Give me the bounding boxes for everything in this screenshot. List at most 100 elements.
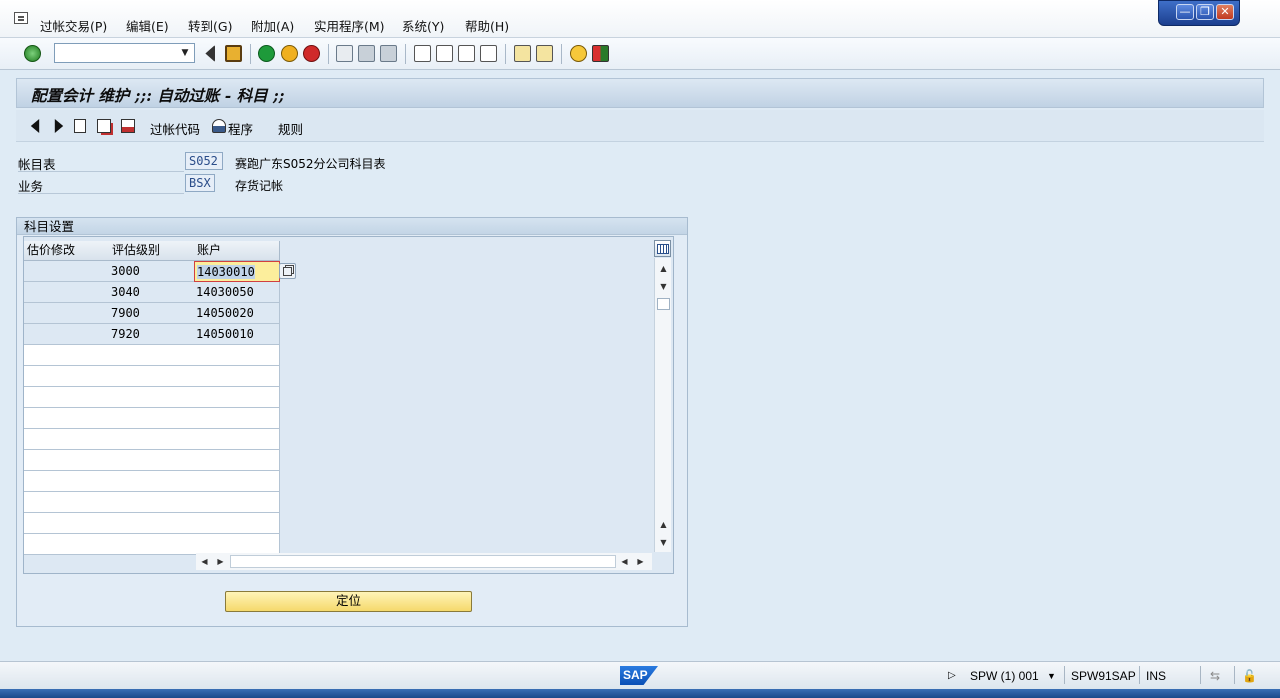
cell-account[interactable]: [194, 408, 280, 429]
cell-valuation-modifier[interactable]: [24, 492, 110, 513]
exit-icon[interactable]: [281, 45, 298, 62]
cell-account[interactable]: 14050020: [194, 303, 280, 324]
page-up-icon[interactable]: ▲: [655, 516, 672, 533]
cell-valuation-class[interactable]: [109, 429, 195, 450]
cell-valuation-modifier[interactable]: [24, 345, 110, 366]
next-page-icon[interactable]: [458, 45, 475, 62]
menu-system[interactable]: 系统(Y): [402, 16, 444, 35]
cell-valuation-modifier[interactable]: [24, 282, 110, 303]
layout-settings-icon[interactable]: [592, 45, 609, 62]
close-button[interactable]: ✕: [1216, 4, 1234, 20]
cell-valuation-class[interactable]: [109, 345, 195, 366]
shortcut-icon[interactable]: [536, 45, 553, 62]
cell-valuation-class[interactable]: [109, 513, 195, 534]
status-expand-icon[interactable]: ▷: [948, 670, 956, 681]
horizontal-scroll-track[interactable]: [230, 555, 616, 568]
cell-valuation-class[interactable]: [109, 534, 195, 555]
cell-account[interactable]: [194, 429, 280, 450]
chart-of-accounts-field[interactable]: S052: [185, 152, 223, 170]
scroll-thumb[interactable]: [657, 298, 670, 310]
previous-page-icon[interactable]: [436, 45, 453, 62]
column-settings-icon[interactable]: [654, 240, 671, 257]
cell-valuation-modifier[interactable]: [24, 534, 110, 555]
menu-icon[interactable]: [14, 12, 28, 24]
last-page-icon[interactable]: [480, 45, 497, 62]
posting-code-button[interactable]: 过帐代码: [150, 119, 200, 138]
cell-valuation-class[interactable]: [109, 366, 195, 387]
menu-edit[interactable]: 编辑(E): [126, 16, 169, 35]
menu-help[interactable]: 帮助(H): [465, 16, 509, 35]
chevron-down-icon[interactable]: ▼: [176, 44, 194, 62]
cell-valuation-class[interactable]: 7920: [109, 324, 195, 345]
cell-account[interactable]: [194, 450, 280, 471]
column-header-valuation-modifier[interactable]: 估价修改: [24, 241, 110, 261]
cell-valuation-modifier[interactable]: [24, 450, 110, 471]
lock-icon[interactable]: 🔓: [1242, 669, 1257, 683]
command-field[interactable]: [54, 43, 195, 63]
back-triangle-icon[interactable]: [205, 45, 215, 62]
cell-valuation-modifier[interactable]: [24, 324, 110, 345]
help-icon[interactable]: [570, 45, 587, 62]
restore-button[interactable]: ❐: [1196, 4, 1214, 20]
menu-utilities[interactable]: 实用程序(M): [314, 16, 385, 35]
minimize-button[interactable]: —: [1176, 4, 1194, 20]
vertical-scrollbar[interactable]: ▲ ▼ ▲ ▼: [654, 258, 671, 552]
cell-valuation-class[interactable]: [109, 450, 195, 471]
procedure-button[interactable]: 程序: [228, 119, 253, 138]
rules-button[interactable]: 规则: [278, 119, 303, 138]
enter-check-icon[interactable]: [24, 45, 41, 62]
cell-valuation-modifier[interactable]: [24, 471, 110, 492]
save-icon[interactable]: [225, 45, 242, 62]
delete-icon[interactable]: [121, 119, 135, 133]
menu-extras[interactable]: 附加(A): [251, 16, 294, 35]
column-header-valuation-class[interactable]: 评估级别: [109, 241, 195, 261]
copy-icon[interactable]: [97, 119, 111, 133]
cell-valuation-modifier[interactable]: [24, 261, 110, 282]
cell-account[interactable]: 14030010: [194, 261, 280, 282]
cell-valuation-class[interactable]: 7900: [109, 303, 195, 324]
cell-valuation-class[interactable]: [109, 471, 195, 492]
cell-account[interactable]: [194, 387, 280, 408]
scroll-left-end-icon[interactable]: ◀: [616, 553, 633, 570]
cell-account[interactable]: [194, 345, 280, 366]
scroll-down-icon[interactable]: ▼: [655, 278, 672, 295]
cancel-icon[interactable]: [303, 45, 320, 62]
cell-valuation-class[interactable]: 3040: [109, 282, 195, 303]
scroll-right-end-icon[interactable]: ▶: [632, 553, 649, 570]
cell-valuation-class[interactable]: [109, 387, 195, 408]
cell-account[interactable]: [194, 534, 280, 555]
scroll-up-icon[interactable]: ▲: [655, 260, 672, 277]
cell-account[interactable]: 14030050: [194, 282, 280, 303]
find-next-icon[interactable]: [380, 45, 397, 62]
scroll-right-icon[interactable]: ▶: [212, 553, 229, 570]
cell-valuation-class[interactable]: [109, 492, 195, 513]
cell-valuation-modifier[interactable]: [24, 513, 110, 534]
menu-goto[interactable]: 转到(G): [188, 16, 232, 35]
find-icon[interactable]: [358, 45, 375, 62]
new-entry-icon[interactable]: [74, 119, 86, 133]
cell-valuation-class[interactable]: [109, 408, 195, 429]
cell-account[interactable]: [194, 513, 280, 534]
cell-valuation-modifier[interactable]: [24, 408, 110, 429]
next-entry-icon[interactable]: [54, 119, 64, 133]
back-icon[interactable]: [258, 45, 275, 62]
cell-valuation-modifier[interactable]: [24, 366, 110, 387]
position-button[interactable]: 定位: [225, 591, 472, 612]
create-session-icon[interactable]: [514, 45, 531, 62]
column-header-account[interactable]: 账户: [194, 241, 280, 261]
system-info-dropdown-icon[interactable]: ▼: [1047, 671, 1056, 681]
first-page-icon[interactable]: [414, 45, 431, 62]
cell-account[interactable]: [194, 366, 280, 387]
cell-valuation-class[interactable]: 3000: [109, 261, 195, 282]
cell-account[interactable]: [194, 492, 280, 513]
cell-valuation-modifier[interactable]: [24, 303, 110, 324]
transaction-field[interactable]: BSX: [185, 174, 215, 192]
value-help-icon[interactable]: [279, 263, 296, 279]
cell-valuation-modifier[interactable]: [24, 429, 110, 450]
previous-entry-icon[interactable]: [30, 119, 40, 133]
cell-valuation-modifier[interactable]: [24, 387, 110, 408]
scroll-left-icon[interactable]: ◀: [196, 553, 213, 570]
cell-account[interactable]: [194, 471, 280, 492]
print-icon[interactable]: [336, 45, 353, 62]
cell-account[interactable]: 14050010: [194, 324, 280, 345]
